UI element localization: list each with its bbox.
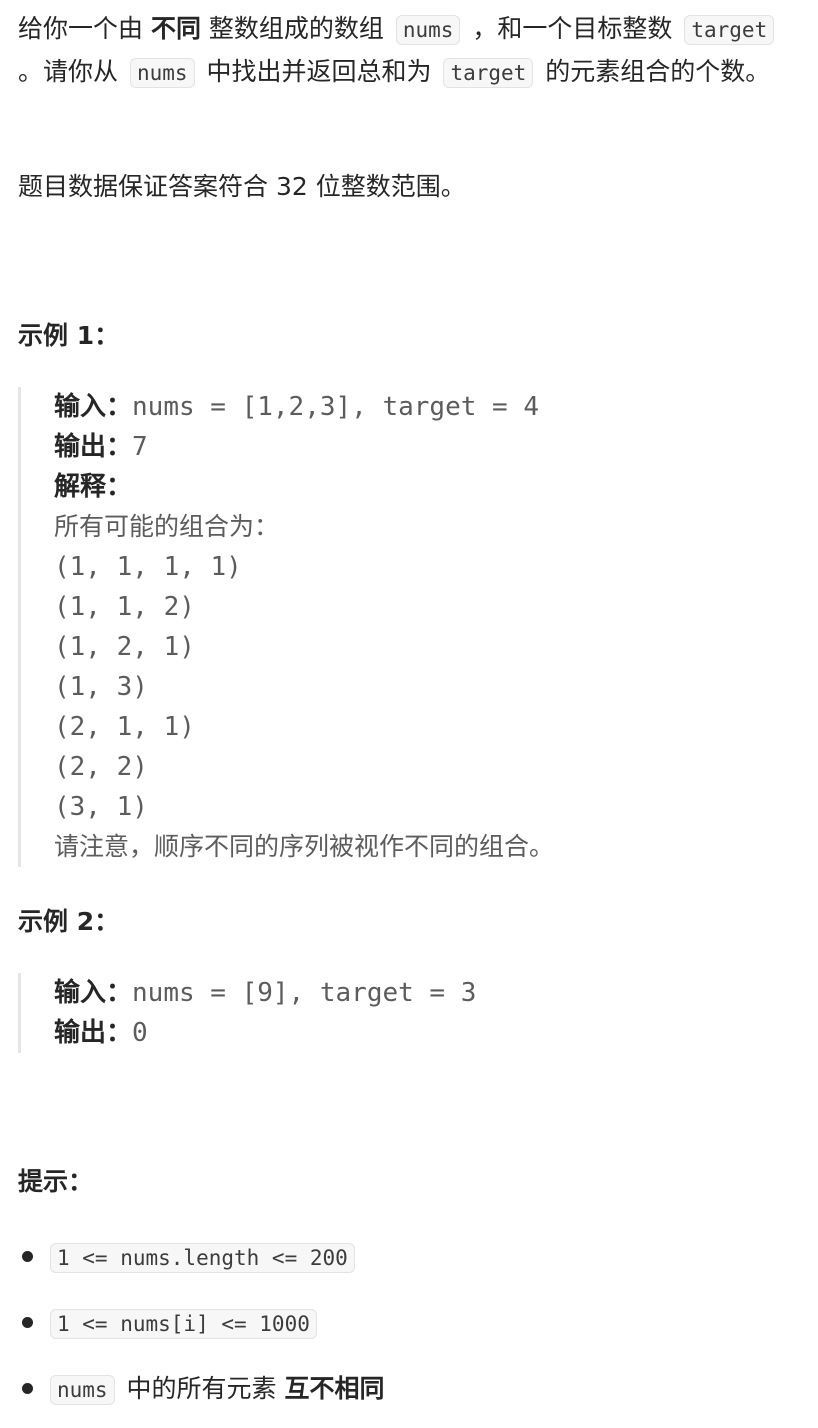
constraint-item: 1 <= nums[i] <= 1000 [18, 1296, 385, 1362]
emphasis-unique: 互不相同 [284, 1374, 385, 1403]
bullet-icon [22, 1383, 33, 1394]
example-2-block: 输入：nums = [9], target = 3 输出：0 [18, 973, 818, 1053]
code-nums: nums [129, 58, 195, 88]
example-1-input: 输入：nums = [1,2,3], target = 4 [54, 392, 540, 422]
combo-line: (1, 2, 1) [54, 632, 195, 662]
guarantee-text: 题目数据保证答案符合 32 位整数范围。 [18, 172, 466, 201]
code-nums: nums [395, 15, 461, 45]
example-1-heading: 示例 1： [18, 321, 120, 350]
combo-line: (1, 1, 2) [54, 592, 195, 622]
bullet-icon [22, 1317, 33, 1328]
combo-line: (1, 1, 1, 1) [54, 552, 242, 582]
code-target: target [443, 58, 534, 88]
code-target: target [684, 15, 775, 45]
problem-description: 给你一个由 不同 整数组成的数组 nums ，和一个目标整数 target 。请… [18, 8, 808, 94]
constraint-item: nums 中的所有元素 互不相同 [18, 1362, 385, 1428]
example-2-heading: 示例 2： [18, 907, 120, 936]
emphasis-distinct: 不同 [150, 14, 201, 43]
example-1-output: 输出：7 [54, 432, 148, 462]
combo-line: (1, 3) [54, 672, 148, 702]
example-1-explain-label: 解释： [54, 472, 133, 502]
combo-line: (3, 1) [54, 792, 148, 822]
hints-heading: 提示： [18, 1167, 94, 1196]
combo-line: (2, 1, 1) [54, 712, 195, 742]
example-2-input: 输入：nums = [9], target = 3 [54, 978, 477, 1008]
bullet-icon [22, 1251, 33, 1262]
constraint-item: 1 <= nums.length <= 200 [18, 1230, 385, 1296]
example-2-output: 输出：0 [54, 1018, 148, 1048]
example-1-note: 请注意，顺序不同的序列被视作不同的组合。 [54, 832, 555, 861]
constraints-list: 1 <= nums.length <= 200 1 <= nums[i] <= … [0, 1230, 385, 1428]
example-1-block: 输入：nums = [1,2,3], target = 4 输出：7 解释： 所… [18, 387, 818, 867]
combo-line: (2, 2) [54, 752, 148, 782]
example-1-explain-intro: 所有可能的组合为： [54, 512, 280, 541]
